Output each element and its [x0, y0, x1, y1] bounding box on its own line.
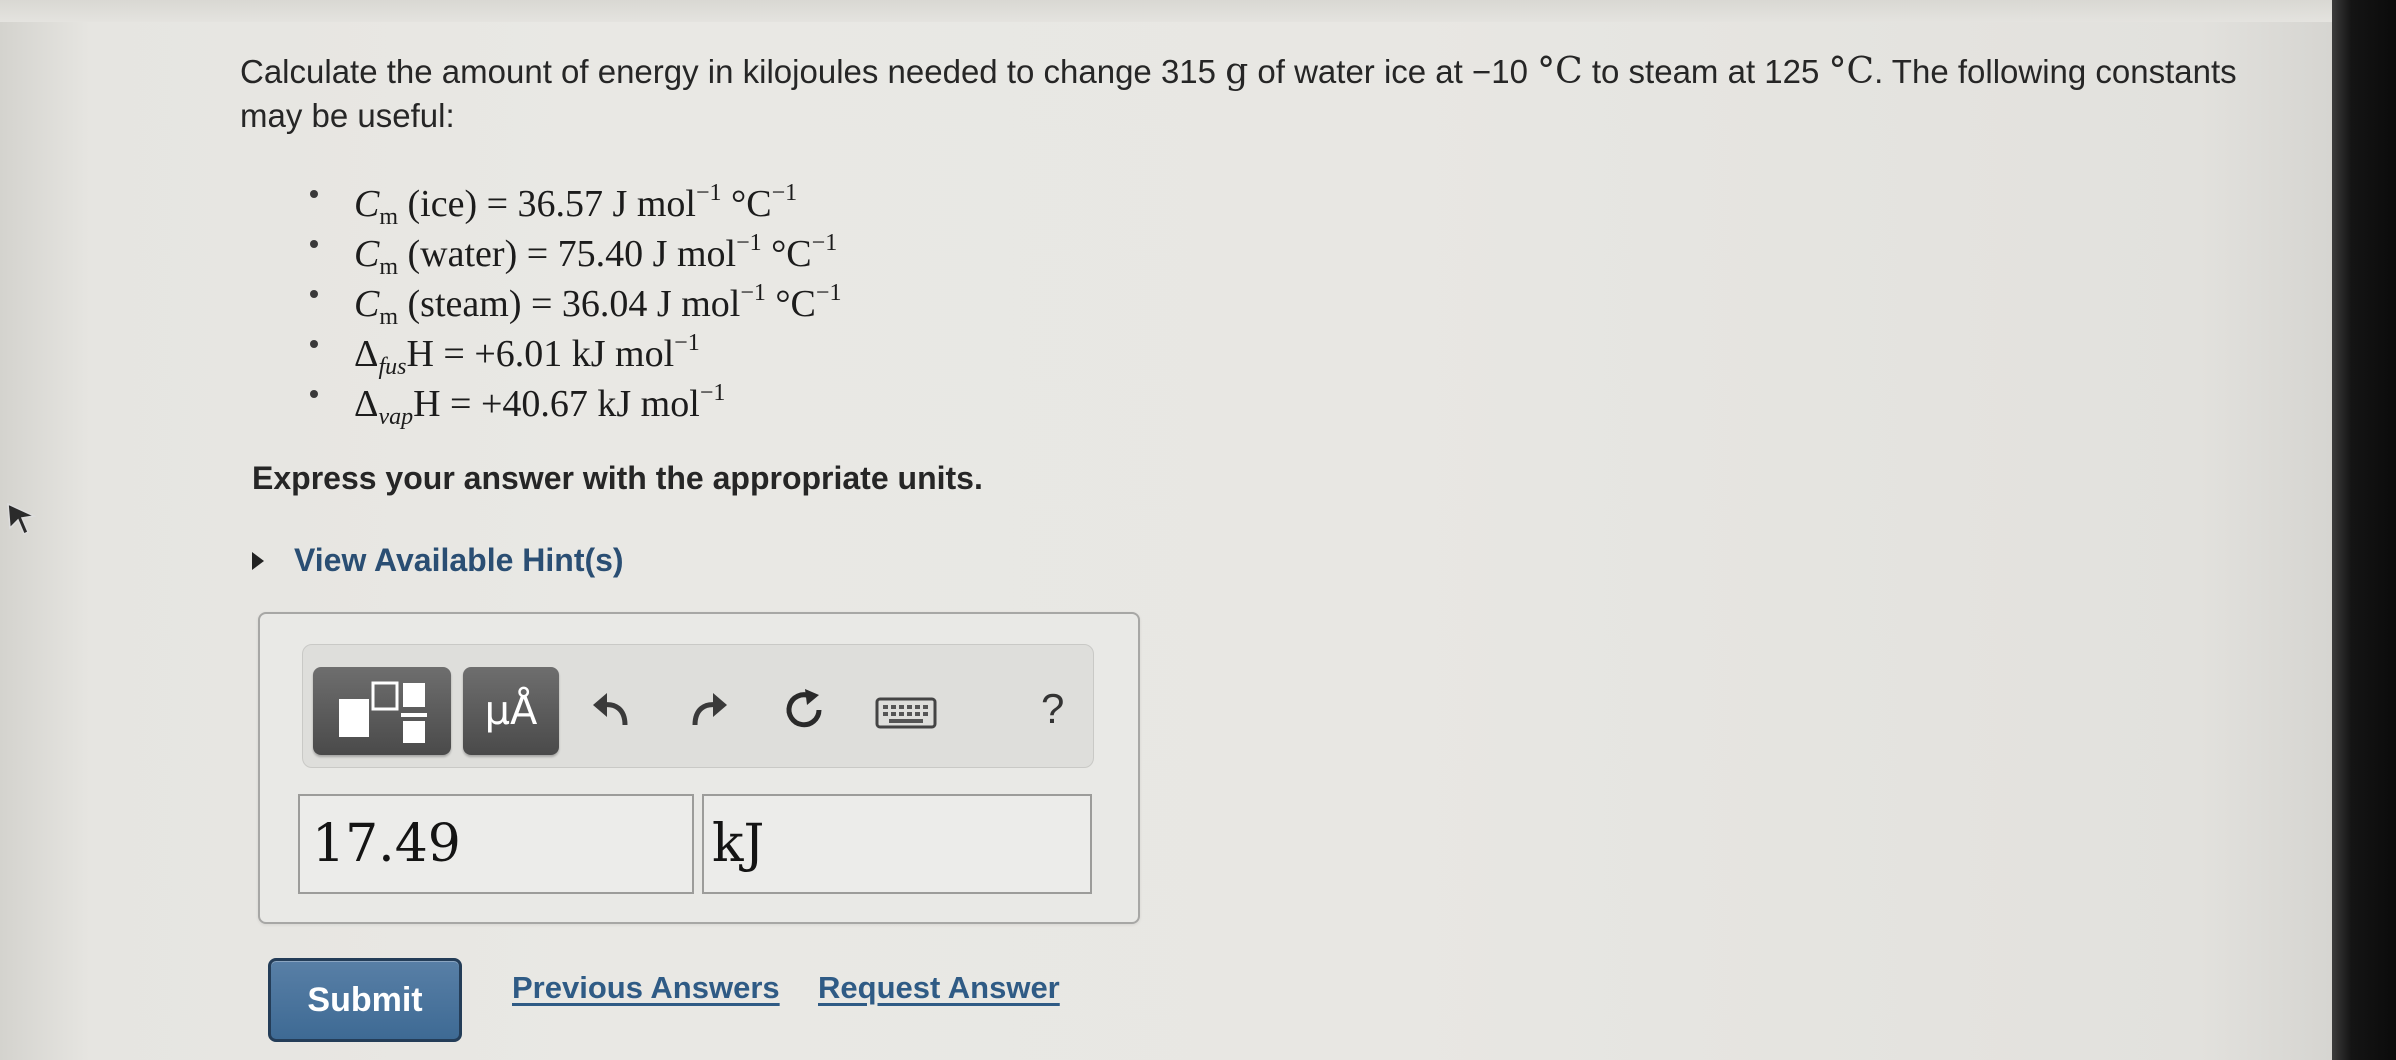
question-intro: Calculate the amount of energy in kilojo…: [240, 53, 1226, 90]
answer-value-input[interactable]: 17.49: [298, 794, 694, 894]
help-button[interactable]: ?: [1041, 685, 1064, 733]
units-button[interactable]: μÅ: [463, 667, 559, 755]
answer-value-text: 17.49: [312, 814, 461, 874]
constant-item: ΔvapH = +40.67 kJ mol−1: [310, 368, 841, 430]
constant-item: ΔfusH = +6.01 kJ mol−1: [310, 318, 841, 380]
triangle-right-icon: [252, 551, 264, 570]
view-hints-toggle[interactable]: View Available Hint(s): [252, 542, 624, 579]
reset-icon[interactable]: [779, 685, 829, 735]
question-part: of water ice at −10: [1248, 53, 1538, 90]
keyboard-icon[interactable]: [875, 697, 937, 729]
submit-button[interactable]: Submit: [268, 958, 462, 1042]
math-toolbar: μÅ ?: [302, 644, 1094, 768]
answer-box: μÅ ? 17.49 kJ: [258, 612, 1140, 924]
question-part: to steam at 125: [1582, 53, 1829, 90]
constant-item: Cm (ice) = 36.57 J mol−1 °C−1: [310, 168, 841, 230]
screen-bezel: [2332, 0, 2396, 1060]
mass-unit: g: [1225, 51, 1249, 92]
hint-label: View Available Hint(s): [294, 542, 624, 578]
constant-item: Cm (water) = 75.40 J mol−1 °C−1: [310, 218, 841, 280]
answer-unit-text: kJ: [712, 814, 765, 874]
temperature-unit: °C: [1537, 51, 1583, 92]
temperature-unit: °C: [1828, 51, 1875, 92]
constant-item: Cm (steam) = 36.04 J mol−1 °C−1: [310, 268, 841, 330]
undo-icon[interactable]: [587, 691, 637, 731]
answer-unit-input[interactable]: kJ: [702, 794, 1092, 894]
templates-button[interactable]: [313, 667, 451, 755]
constants-list: Cm (ice) = 36.57 J mol−1 °C−1 Cm (water)…: [310, 168, 841, 430]
previous-answers-link[interactable]: Previous Answers: [512, 970, 780, 1006]
request-answer-link[interactable]: Request Answer: [818, 970, 1060, 1006]
fraction-template-icon: [339, 681, 427, 743]
question-text: Calculate the amount of energy in kilojo…: [240, 50, 2250, 138]
problem-panel: Calculate the amount of energy in kilojo…: [0, 0, 2330, 1060]
redo-icon[interactable]: [683, 691, 733, 731]
instructions: Express your answer with the appropriate…: [252, 460, 983, 496]
